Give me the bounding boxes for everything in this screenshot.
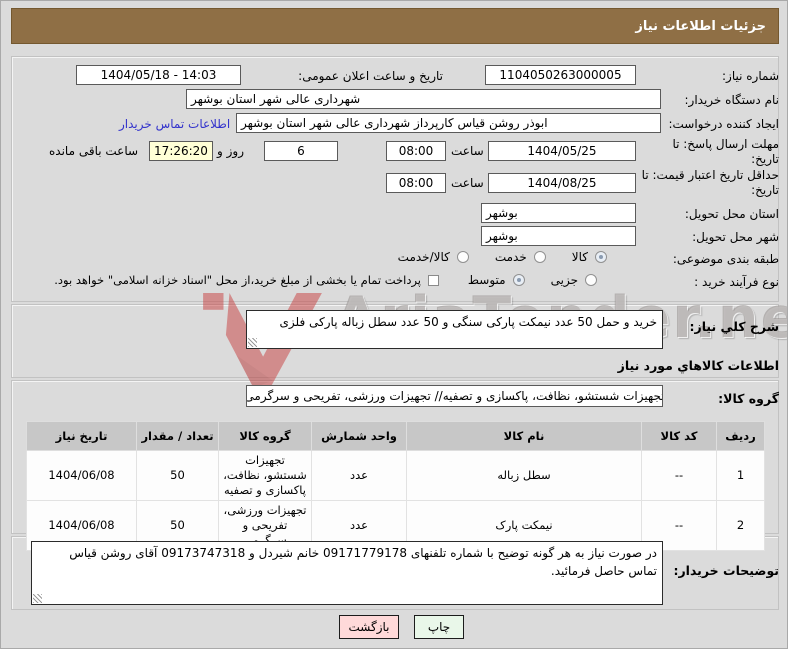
treasury-note: پرداخت تمام یا بخشی از مبلغ خرید،از محل …: [54, 273, 421, 287]
table-cell: 2: [716, 499, 765, 551]
radio-icon[interactable]: [533, 251, 546, 263]
table-row: 1 -- سطل زباله عدد تجهیزات شستشو، نظافت، پاک…: [26, 450, 765, 501]
table-header-row: ردیف کد کالا نام کالا واحد شمارش گروه کالا تع…: [26, 421, 765, 451]
subject-class-options: کالا خدمت کالا/خدمت: [398, 250, 607, 264]
column-header: کد کالا: [641, 421, 717, 451]
goods-info-header: اطلاعات کالاهاي مورد نیاز: [617, 358, 779, 373]
price-validity-date-field[interactable]: 1404/08/25: [488, 173, 636, 193]
column-header: تاریخ نیاز: [26, 421, 137, 451]
response-deadline-time-field[interactable]: 08:00: [386, 141, 446, 161]
column-header: تعداد / مقدار: [136, 421, 219, 451]
radio-icon[interactable]: [512, 274, 525, 286]
delivery-province-label: استان محل تحویل:: [684, 207, 779, 221]
need-description-textarea[interactable]: خرید و حمل 50 عدد نیمکت پارکی سنگی و 50 …: [246, 310, 663, 349]
need-number-label: شماره نیاز:: [722, 69, 779, 83]
goods-table: ردیف کد کالا نام کالا واحد شمارش گروه کالا تع…: [26, 421, 765, 551]
price-validity-time-field[interactable]: 08:00: [386, 173, 446, 193]
treasury-payment-option[interactable]: پرداخت تمام یا بخشی از مبلغ خرید،از محل …: [31, 273, 439, 287]
radio-option-service[interactable]: خدمت: [495, 250, 546, 264]
buyer-contact-link[interactable]: اطلاعات تماس خریدار: [119, 117, 230, 131]
column-header: گروه کالا: [218, 421, 312, 451]
radio-label: کالا/خدمت: [397, 250, 450, 264]
price-validity-label: حداقل تاریخ اعتبار قیمت: تا تاریخ:: [641, 168, 779, 197]
request-creator-field[interactable]: ابوذر روشن قیاس کارپرداز شهرداری عالی شه…: [236, 113, 661, 133]
radio-option-goods-service[interactable]: کالا/خدمت: [398, 250, 469, 264]
buyer-notes-label: توضیحات خریدار:: [673, 563, 779, 578]
table-cell: 1: [716, 450, 765, 501]
days-remaining-field: 6: [264, 141, 338, 161]
treasury-checkbox-icon[interactable]: [428, 275, 439, 286]
price-validity-hour-label: ساعت: [451, 176, 484, 190]
radio-icon[interactable]: [595, 251, 607, 263]
radio-label: کالا: [571, 250, 588, 264]
buyer-org-label: نام دستگاه خریدار:: [684, 93, 780, 107]
days-remaining-label: روز و: [217, 144, 244, 158]
table-cell: --: [641, 450, 717, 501]
goods-group-field[interactable]: تجهیزات شستشو، نظافت، پاکسازی و تصفیه// …: [246, 385, 663, 407]
column-header: ردیف: [716, 421, 765, 451]
buyer-notes-textarea[interactable]: در صورت نیاز به هر گونه توضیح با شماره ت…: [31, 541, 663, 605]
purchase-type-label: نوع فرآیند خرید :: [694, 275, 779, 289]
column-header: نام کالا: [406, 421, 642, 451]
goods-group-label: گروه کالا:: [718, 391, 779, 406]
back-button[interactable]: بازگشت: [339, 615, 399, 639]
radio-option-goods[interactable]: کالا: [572, 250, 607, 264]
response-deadline-hour-label: ساعت: [451, 144, 484, 158]
request-creator-label: ایجاد کننده درخواست:: [668, 117, 779, 131]
subject-class-label: طبقه بندی موضوعی:: [672, 252, 779, 266]
table-cell: تجهیزات شستشو، نظافت، پاکسازی و تصفیه: [218, 450, 312, 501]
countdown-timer-field: 17:26:20: [149, 141, 213, 161]
need-description-label: شرح کلي نیاز:: [689, 319, 779, 334]
buyer-org-field[interactable]: شهرداری عالی شهر استان بوشهر: [186, 89, 661, 109]
table-cell: سطل زباله: [406, 450, 642, 501]
purchase-type-options: جزیی متوسط: [468, 273, 597, 287]
response-deadline-label: مهلت ارسال پاسخ: تا تاریخ:: [672, 137, 779, 166]
radio-icon[interactable]: [585, 274, 597, 286]
table-cell: 1404/06/08: [26, 450, 137, 501]
radio-label: جزیی: [550, 273, 578, 287]
page: AriaTender.neT جزئیات اطلاعات نیاز شماره…: [0, 0, 788, 649]
hours-remaining-label: ساعت باقی مانده: [49, 144, 139, 158]
table-cell: 50: [136, 450, 219, 501]
delivery-province-field[interactable]: بوشهر: [481, 203, 636, 223]
announce-datetime-field[interactable]: 1404/05/18 - 14:03: [76, 65, 241, 85]
radio-label: خدمت: [494, 250, 527, 264]
print-button[interactable]: چاپ: [414, 615, 464, 639]
announce-datetime-label: تاریخ و ساعت اعلان عمومی:: [298, 69, 443, 83]
delivery-city-label: شهر محل تحویل:: [692, 230, 779, 244]
radio-option-minor[interactable]: جزیی: [551, 273, 597, 287]
radio-icon[interactable]: [456, 251, 469, 263]
table-cell: عدد: [311, 450, 407, 501]
response-deadline-date-field[interactable]: 1404/05/25: [488, 141, 636, 161]
delivery-city-field[interactable]: بوشهر: [481, 226, 636, 246]
page-title: جزئیات اطلاعات نیاز: [11, 8, 779, 44]
column-header: واحد شمارش: [311, 421, 407, 451]
radio-label: متوسط: [467, 273, 506, 287]
radio-option-medium[interactable]: متوسط: [468, 273, 525, 287]
need-number-field[interactable]: 1104050263000005: [485, 65, 636, 85]
